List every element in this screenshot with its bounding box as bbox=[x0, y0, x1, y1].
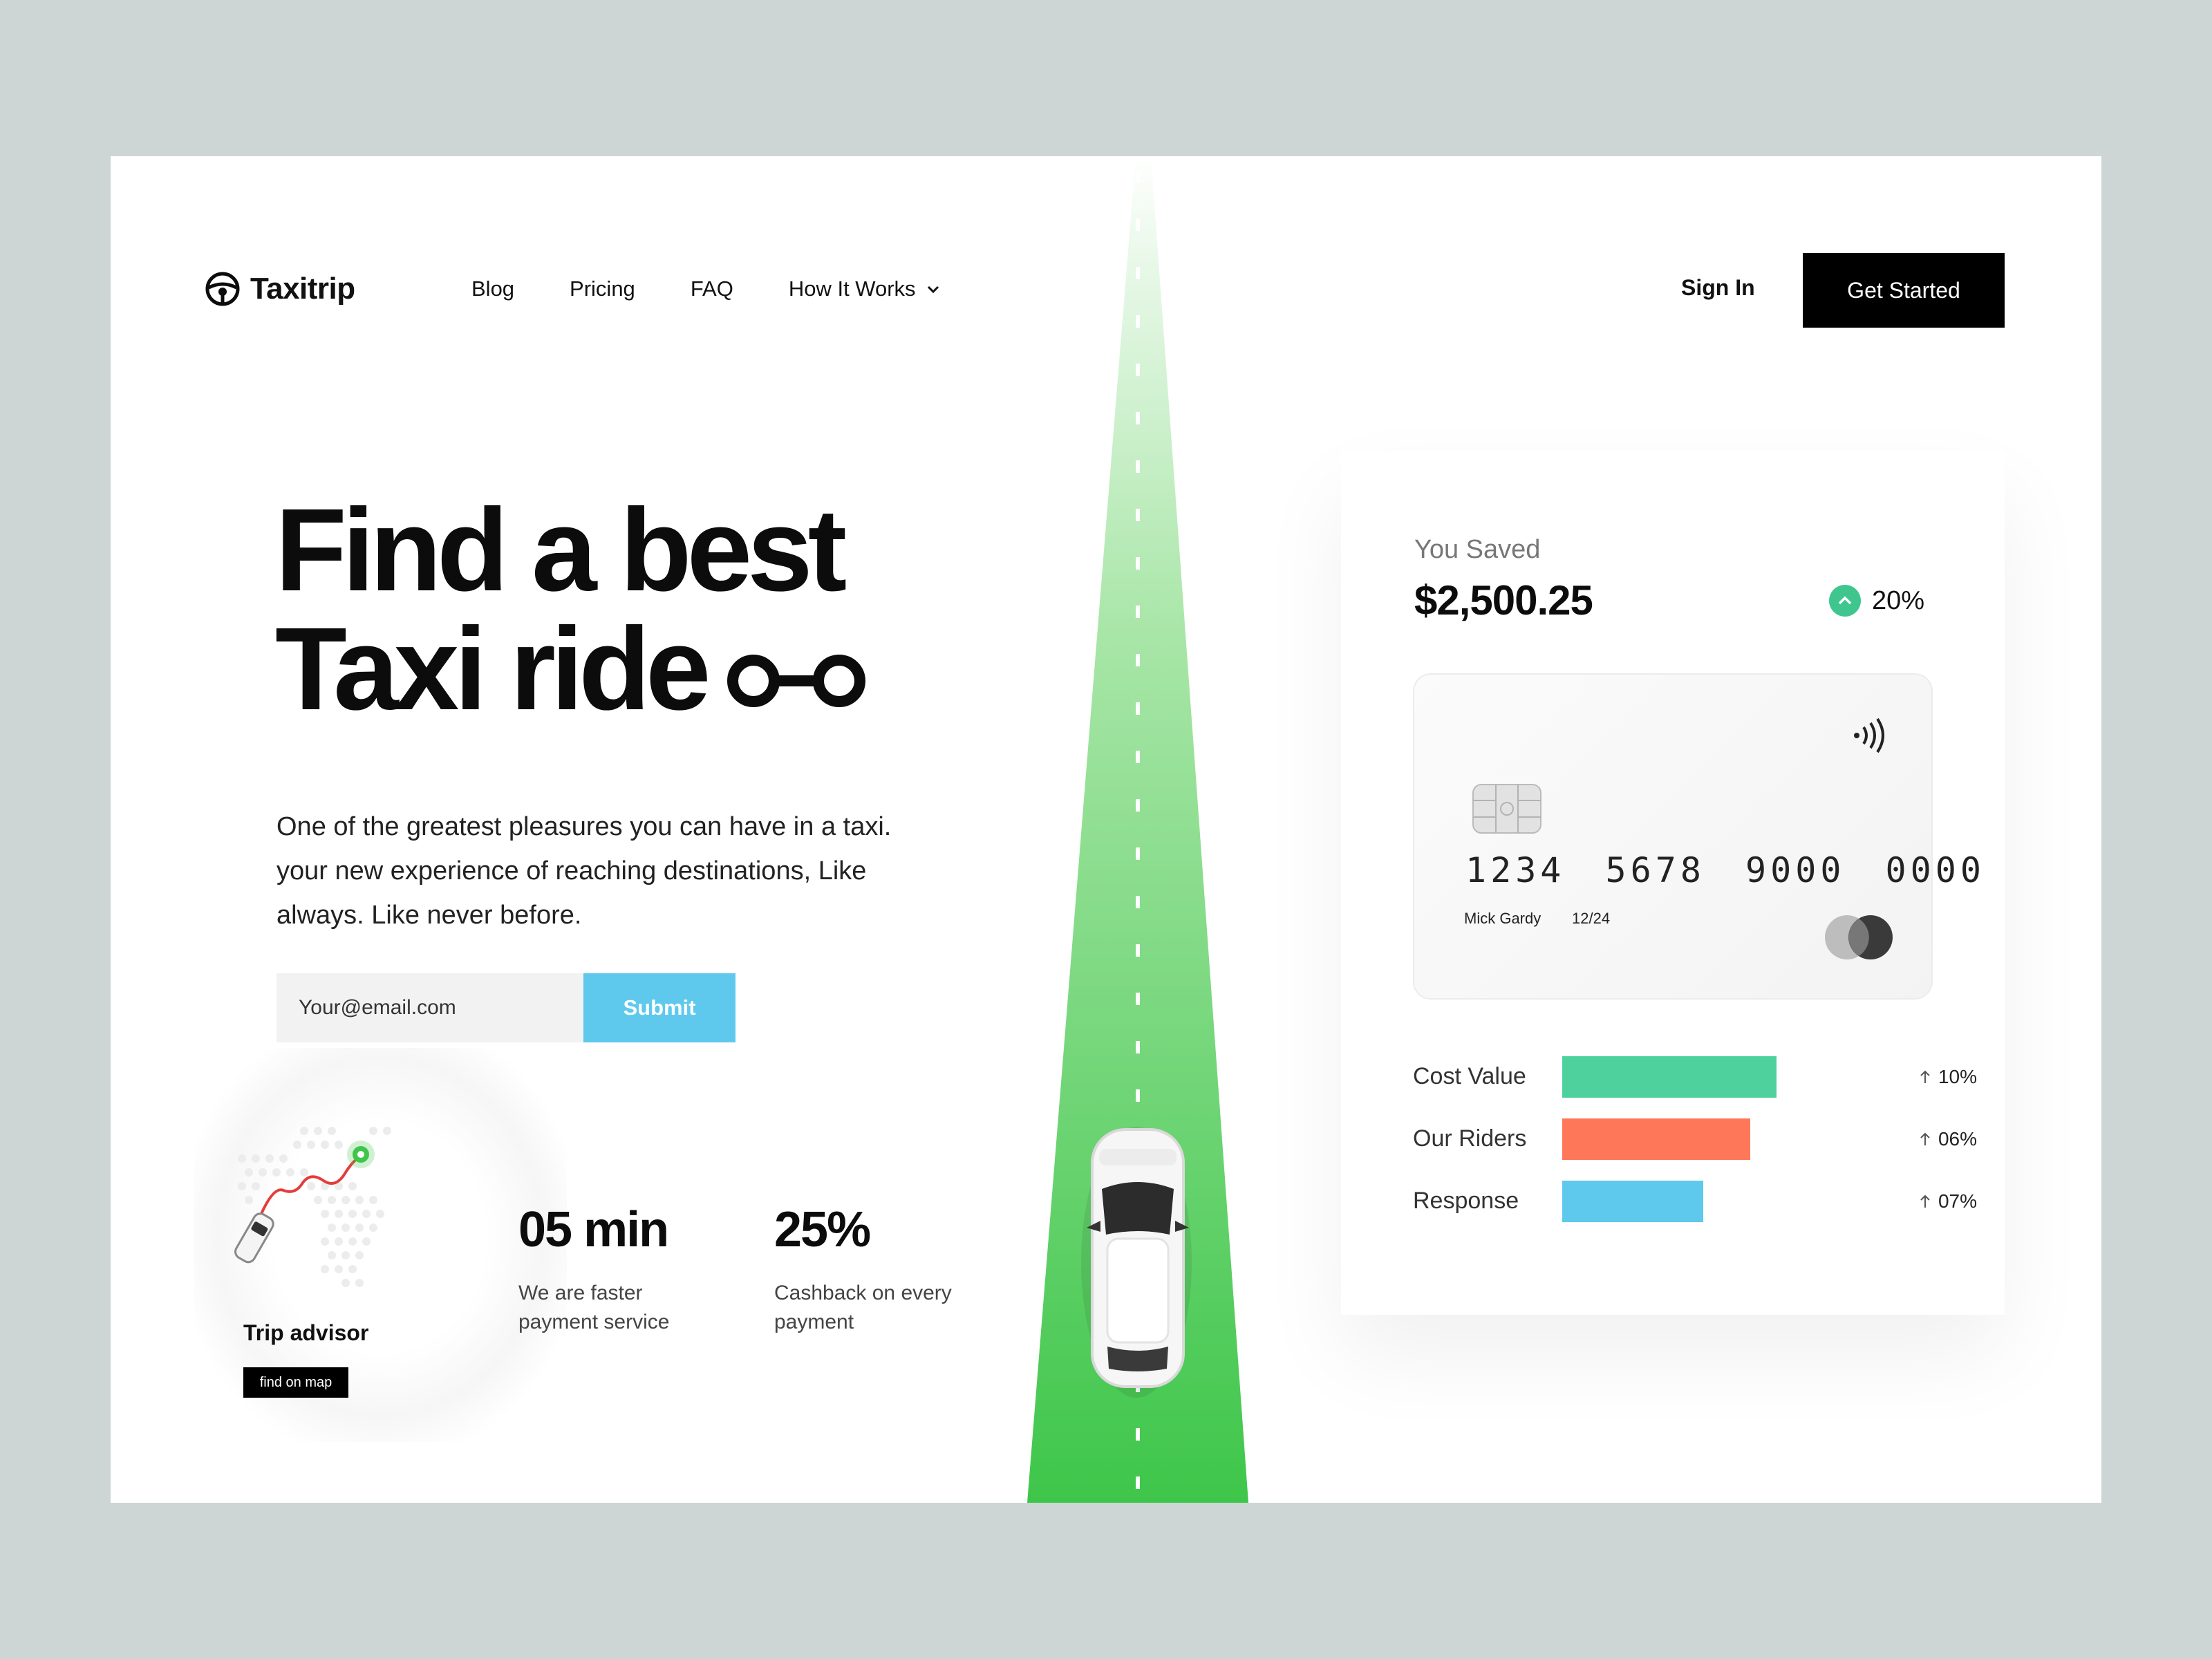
stat-cashback-label: Cashback on every payment bbox=[774, 1282, 952, 1333]
nav-faq-label: FAQ bbox=[690, 276, 733, 301]
metric-label: Our Riders bbox=[1413, 1125, 1527, 1152]
stat-speed-label: We are faster payment service bbox=[518, 1282, 670, 1333]
arrow-up-icon bbox=[1920, 1132, 1930, 1145]
nav-blog-label: Blog bbox=[471, 276, 515, 301]
arrow-up-icon bbox=[1920, 1194, 1930, 1208]
headline-line-1: Find a best bbox=[275, 485, 847, 616]
savings-change: 20% bbox=[1829, 585, 1924, 617]
card-holder: Mick Gardy bbox=[1464, 910, 1541, 927]
chevron-up-circle-icon bbox=[1829, 585, 1861, 617]
metric-bar bbox=[1562, 1056, 1777, 1098]
metric-percent-value: 06% bbox=[1938, 1128, 1977, 1150]
metric-percent: 06% bbox=[1919, 1128, 1977, 1150]
brand-logo[interactable]: Taxitrip bbox=[205, 271, 355, 307]
nav-how-it-works[interactable]: How It Works bbox=[789, 276, 941, 301]
card-expiry: 12/24 bbox=[1572, 910, 1611, 927]
trip-advisor-title: Trip advisor bbox=[243, 1320, 369, 1345]
brand-name: Taxitrip bbox=[250, 272, 355, 306]
metric-percent-value: 07% bbox=[1938, 1190, 1977, 1212]
main-nav: Blog Pricing FAQ How It Works bbox=[471, 276, 941, 301]
nav-pricing[interactable]: Pricing bbox=[570, 276, 635, 301]
metric-bar bbox=[1562, 1118, 1750, 1160]
submit-button[interactable]: Submit bbox=[583, 973, 735, 1042]
hero-description: One of the greatest pleasures you can ha… bbox=[276, 812, 892, 930]
savings-label: You Saved bbox=[1414, 535, 1541, 564]
chevron-down-icon bbox=[927, 285, 939, 294]
contactless-icon bbox=[1854, 718, 1884, 753]
route-dots-icon bbox=[727, 655, 865, 707]
stat-cashback: 25% Cashback on every payment bbox=[774, 1201, 982, 1337]
metric-label: Response bbox=[1413, 1188, 1519, 1214]
nav-blog[interactable]: Blog bbox=[471, 276, 514, 301]
sign-in-link[interactable]: Sign In bbox=[1681, 275, 1755, 301]
stat-speed-value: 05 min bbox=[518, 1202, 669, 1257]
card-chip-icon bbox=[1472, 784, 1541, 834]
email-input[interactable] bbox=[276, 973, 583, 1042]
savings-change-value: 20% bbox=[1872, 585, 1925, 615]
metric-bar bbox=[1562, 1181, 1703, 1222]
card-number: 1234 5678 9000 0000 bbox=[1465, 850, 1985, 890]
find-on-map-button[interactable]: find on map bbox=[243, 1367, 348, 1398]
nav-pricing-label: Pricing bbox=[570, 276, 635, 301]
headline-line-2-text: Taxi ride bbox=[275, 603, 711, 735]
metric-percent: 10% bbox=[1919, 1066, 1977, 1088]
arrow-up-icon bbox=[1920, 1070, 1930, 1083]
steering-wheel-icon bbox=[205, 272, 240, 306]
metric-percent: 07% bbox=[1919, 1190, 1977, 1212]
page-frame: Taxitrip Blog Pricing FAQ How It Works S… bbox=[111, 156, 2101, 1503]
metric-percent-value: 10% bbox=[1938, 1066, 1977, 1087]
mastercard-icon bbox=[1825, 915, 1893, 959]
savings-amount: $2,500.25 bbox=[1414, 577, 1593, 624]
get-started-button[interactable]: Get Started bbox=[1803, 253, 2005, 328]
taxi-car-icon bbox=[1081, 1127, 1192, 1398]
hero-headline: Find a best Taxi ride bbox=[275, 491, 865, 729]
trip-map-icon bbox=[234, 1127, 391, 1287]
nav-how-it-works-label: How It Works bbox=[788, 276, 916, 301]
headline-line-2: Taxi ride bbox=[275, 610, 865, 729]
stat-cashback-value: 25% bbox=[774, 1202, 871, 1257]
metric-label: Cost Value bbox=[1413, 1063, 1526, 1089]
stat-speed: 05 min We are faster payment service bbox=[518, 1201, 726, 1337]
nav-faq[interactable]: FAQ bbox=[691, 276, 733, 301]
